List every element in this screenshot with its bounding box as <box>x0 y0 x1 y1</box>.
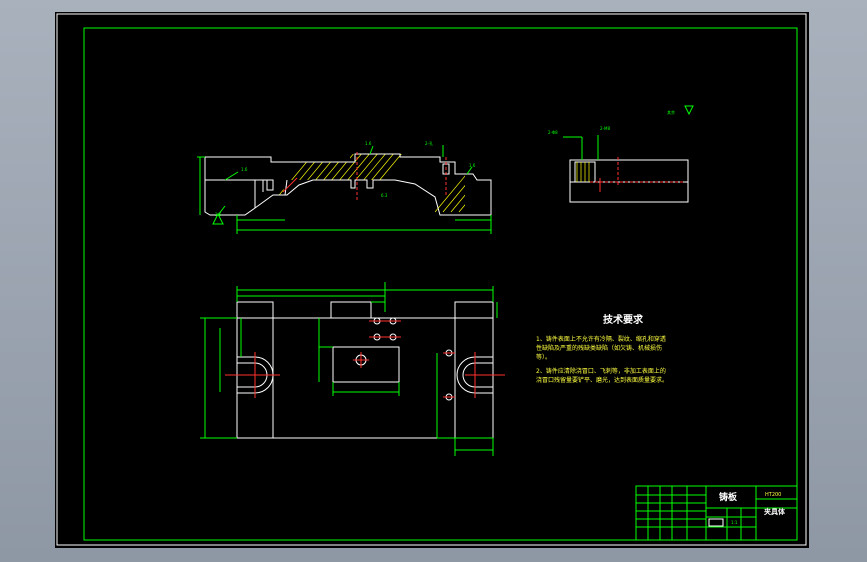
technical-requirements: 技术要求 1、铸件表面上不允许有冷隔、裂纹、缩孔和穿透 性缺陷及严重的残缺类缺陷… <box>536 313 668 384</box>
inner-frame <box>83 27 798 541</box>
roughness-left-top: 1.6 <box>241 167 248 172</box>
material: HT200 <box>765 492 781 498</box>
cad-viewport[interactable]: 1.6 1.6 1.6 6.3 2-孔 1.6 2-Φ8 2-M8 其余 技术要… <box>55 12 809 548</box>
side-callout-a: 2-Φ8 <box>548 130 558 135</box>
drawing-title: 夹具体 <box>764 507 786 516</box>
roughness-right-top: 1.6 <box>469 163 476 168</box>
part-name: 铸板 <box>719 491 738 503</box>
notes-title: 技术要求 <box>603 313 644 326</box>
notes-line-4: 2、铸件应清除浇冒口、飞刺等，非加工表面上的 <box>536 367 666 375</box>
section-view: 1.6 1.6 1.6 6.3 2-孔 1.6 <box>197 140 492 234</box>
notes-line-2: 性缺陷及严重的残缺类缺陷（如欠铸、机械损伤 <box>536 344 662 352</box>
roughness-mid-top: 1.6 <box>365 141 372 146</box>
surface-note: 其余 <box>667 109 675 115</box>
side-view: 2-Φ8 2-M8 其余 <box>548 105 694 203</box>
section-hatching <box>271 154 465 213</box>
side-callout-b: 2-M8 <box>600 126 610 131</box>
hole-callout: 2-孔 <box>425 140 433 146</box>
drawing-canvas: 1.6 1.6 1.6 6.3 2-孔 1.6 2-Φ8 2-M8 其余 技术要… <box>56 13 807 546</box>
outer-border <box>56 13 807 546</box>
notes-line-5: 浇冒口残留量要铲平、磨光，达到表面质量要求。 <box>536 376 668 384</box>
notes-line-1: 1、铸件表面上不允许有冷隔、裂纹、缩孔和穿透 <box>536 335 666 343</box>
roughness-mid-bottom: 6.3 <box>381 193 388 198</box>
title-block: 铸板 HT200 夹具体 1:1 <box>635 485 798 541</box>
scale: 1:1 <box>731 520 738 525</box>
notes-line-3: 等）。 <box>536 353 551 361</box>
plan-view <box>200 282 505 456</box>
